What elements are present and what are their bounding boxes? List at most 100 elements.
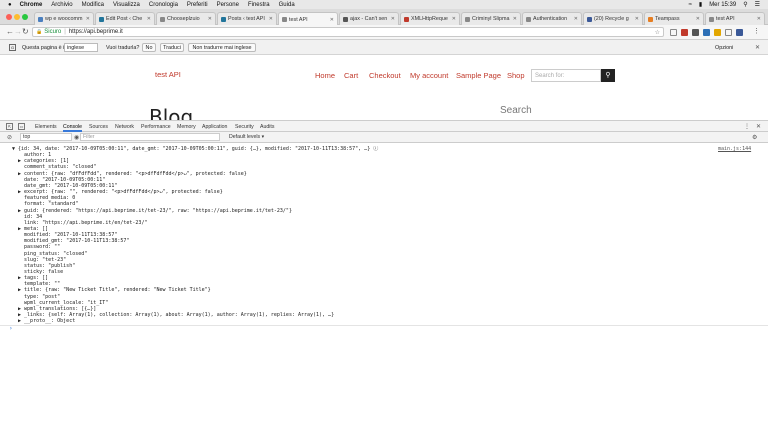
nav-cart[interactable]: Cart bbox=[344, 71, 358, 80]
url-text[interactable]: https://api.beprime.it bbox=[69, 29, 123, 35]
tab-audits[interactable]: Audits bbox=[260, 124, 274, 130]
console-line[interactable]: ▶ guid: {rendered: "https://api.beprime.… bbox=[12, 208, 752, 214]
browser-tab[interactable]: test API ✕ bbox=[278, 12, 338, 26]
console-line[interactable]: ▶ wpml_translations: [{…}] bbox=[12, 306, 752, 312]
extension-yellow-icon[interactable] bbox=[714, 29, 721, 36]
language-select[interactable]: inglese bbox=[64, 43, 98, 52]
search-icon[interactable]: ⚲ bbox=[601, 69, 615, 82]
browser-tab[interactable]: Edit Post ‹ Che ✕ bbox=[95, 12, 155, 25]
devtools-menu-icon[interactable]: ⋮ bbox=[744, 123, 750, 130]
console-line[interactable]: ▼ {id: 34, date: "2017-10-09T05:00:11", … bbox=[12, 146, 752, 152]
maximize-window-button[interactable] bbox=[22, 14, 28, 20]
menu-archivio[interactable]: Archivio bbox=[51, 2, 72, 8]
wifi-icon[interactable]: ≈ bbox=[689, 2, 692, 8]
device-toolbar-icon[interactable]: ▭ bbox=[18, 123, 25, 130]
browser-tab[interactable]: test API ✕ bbox=[705, 12, 765, 25]
extension-blue-icon[interactable] bbox=[703, 29, 710, 36]
never-translate-button[interactable]: Non tradurre mai inglese bbox=[188, 43, 256, 52]
eye-icon[interactable]: ◉ bbox=[74, 134, 79, 141]
battery-icon[interactable]: ▮ bbox=[699, 1, 702, 8]
options-button[interactable]: Opzioni bbox=[715, 45, 733, 51]
tab-elements[interactable]: Elements bbox=[35, 124, 57, 130]
minimize-window-button[interactable] bbox=[14, 14, 20, 20]
filter-input[interactable]: Filter bbox=[80, 133, 220, 141]
tab-close-icon[interactable]: ✕ bbox=[696, 16, 700, 22]
tab-close-icon[interactable]: ✕ bbox=[452, 16, 456, 22]
tab-memory[interactable]: Memory bbox=[177, 124, 196, 130]
tab-close-icon[interactable]: ✕ bbox=[635, 16, 639, 22]
tab-close-icon[interactable]: ✕ bbox=[513, 16, 517, 22]
menu-modifica[interactable]: Modifica bbox=[82, 2, 104, 8]
browser-tab[interactable]: Teampass ✕ bbox=[644, 12, 704, 25]
nav-my-account[interactable]: My account bbox=[410, 71, 448, 80]
menu-kebab-icon[interactable]: ⋮ bbox=[753, 28, 760, 36]
clock[interactable]: Mer 15:39 bbox=[709, 2, 736, 8]
console-prompt-icon[interactable]: › bbox=[9, 326, 13, 332]
menu-guida[interactable]: Guida bbox=[279, 2, 295, 8]
tab-console[interactable]: Console bbox=[63, 124, 83, 132]
nav-sample-page[interactable]: Sample Page bbox=[456, 71, 501, 80]
menu-chrome[interactable]: Chrome bbox=[20, 2, 43, 8]
tab-performance[interactable]: Performance bbox=[141, 124, 171, 130]
tab-close-icon[interactable]: ✕ bbox=[86, 16, 90, 22]
console-line[interactable]: ▶ tags: [] bbox=[12, 275, 752, 281]
console-line[interactable]: ▶ __proto__: Object bbox=[12, 318, 752, 324]
console-line[interactable]: ▶ content: {raw: "dfFdfFdd", rendered: "… bbox=[12, 171, 752, 177]
levels-select[interactable]: Default levels ▾ bbox=[229, 134, 264, 140]
clear-console-icon[interactable]: ⊘ bbox=[7, 134, 12, 141]
site-search-input[interactable]: Search for: bbox=[531, 69, 601, 82]
browser-tab[interactable]: wp e woocomm ✕ bbox=[34, 12, 94, 25]
notification-icon[interactable]: ☰ bbox=[755, 1, 760, 8]
nav-home[interactable]: Home bbox=[315, 71, 335, 80]
translate-button[interactable]: Traduci bbox=[160, 43, 184, 52]
browser-tab[interactable]: ajax - Can't sen ✕ bbox=[339, 12, 399, 25]
nav-checkout[interactable]: Checkout bbox=[369, 71, 401, 80]
tab-close-icon[interactable]: ✕ bbox=[147, 16, 151, 22]
extension-icon[interactable] bbox=[670, 29, 677, 36]
address-bar[interactable]: 🔒 Sicuro | https://api.beprime.it ☆ bbox=[32, 27, 664, 37]
tab-security[interactable]: Security bbox=[235, 124, 254, 130]
spotlight-icon[interactable]: ⚲ bbox=[743, 1, 747, 8]
reload-icon[interactable]: ↻ bbox=[22, 28, 29, 36]
tab-close-icon[interactable]: ✕ bbox=[330, 17, 334, 23]
tab-network[interactable]: Network bbox=[115, 124, 134, 130]
menu-persone[interactable]: Persone bbox=[217, 2, 239, 8]
site-logo[interactable]: test API bbox=[155, 70, 181, 79]
browser-tab[interactable]: Authentication ✕ bbox=[522, 12, 582, 25]
tab-close-icon[interactable]: ✕ bbox=[574, 16, 578, 22]
tab-sources[interactable]: Sources bbox=[89, 124, 108, 130]
forward-icon[interactable]: → bbox=[14, 28, 22, 36]
bookmark-star-icon[interactable]: ☆ bbox=[655, 29, 660, 36]
browser-tab[interactable]: Posts ‹ test API ✕ bbox=[217, 12, 277, 25]
tab-close-icon[interactable]: ✕ bbox=[208, 16, 212, 22]
menu-finestra[interactable]: Finestra bbox=[248, 2, 270, 8]
extension-dark-icon[interactable] bbox=[692, 29, 699, 36]
console-line[interactable]: ▶ excerpt: {raw: "", rendered: "<p>dfFdf… bbox=[12, 189, 752, 195]
browser-tab[interactable]: (20) Recycle g ✕ bbox=[583, 12, 643, 25]
browser-tab[interactable]: Criminyl Slipma ✕ bbox=[461, 12, 521, 25]
devtools-close-icon[interactable]: ✕ bbox=[756, 123, 761, 130]
tab-close-icon[interactable]: ✕ bbox=[757, 16, 761, 22]
console-line[interactable]: ▶ title: {raw: "New Ticket Title", rende… bbox=[12, 287, 752, 293]
extension-red-icon[interactable] bbox=[681, 29, 688, 36]
close-window-button[interactable] bbox=[6, 14, 12, 20]
nav-shop[interactable]: Shop bbox=[507, 71, 525, 80]
apple-icon[interactable]: ● bbox=[8, 2, 12, 8]
tab-close-icon[interactable]: ✕ bbox=[269, 16, 273, 22]
back-icon[interactable]: ← bbox=[6, 28, 14, 36]
extension-grey-icon[interactable] bbox=[725, 29, 732, 36]
browser-tab[interactable]: XMLHttpReque ✕ bbox=[400, 12, 460, 25]
console-line[interactable]: ▶ meta: [] bbox=[12, 226, 752, 232]
menu-preferiti[interactable]: Preferiti bbox=[187, 2, 208, 8]
tab-application[interactable]: Application bbox=[202, 124, 227, 130]
console-line[interactable]: ▶ categories: [1] bbox=[12, 158, 752, 164]
console-settings-icon[interactable]: ⚙ bbox=[752, 134, 757, 141]
profile-icon[interactable] bbox=[736, 29, 743, 36]
menu-cronologia[interactable]: Cronologia bbox=[149, 2, 178, 8]
no-button[interactable]: No bbox=[142, 43, 156, 52]
tab-close-icon[interactable]: ✕ bbox=[391, 16, 395, 22]
menu-visualizza[interactable]: Visualizza bbox=[113, 2, 140, 8]
browser-tab[interactable]: Chooseplzuio ✕ bbox=[156, 12, 216, 25]
console-line[interactable]: ▶ _links: {self: Array(1), collection: A… bbox=[12, 312, 752, 318]
close-icon[interactable]: ✕ bbox=[755, 44, 760, 51]
